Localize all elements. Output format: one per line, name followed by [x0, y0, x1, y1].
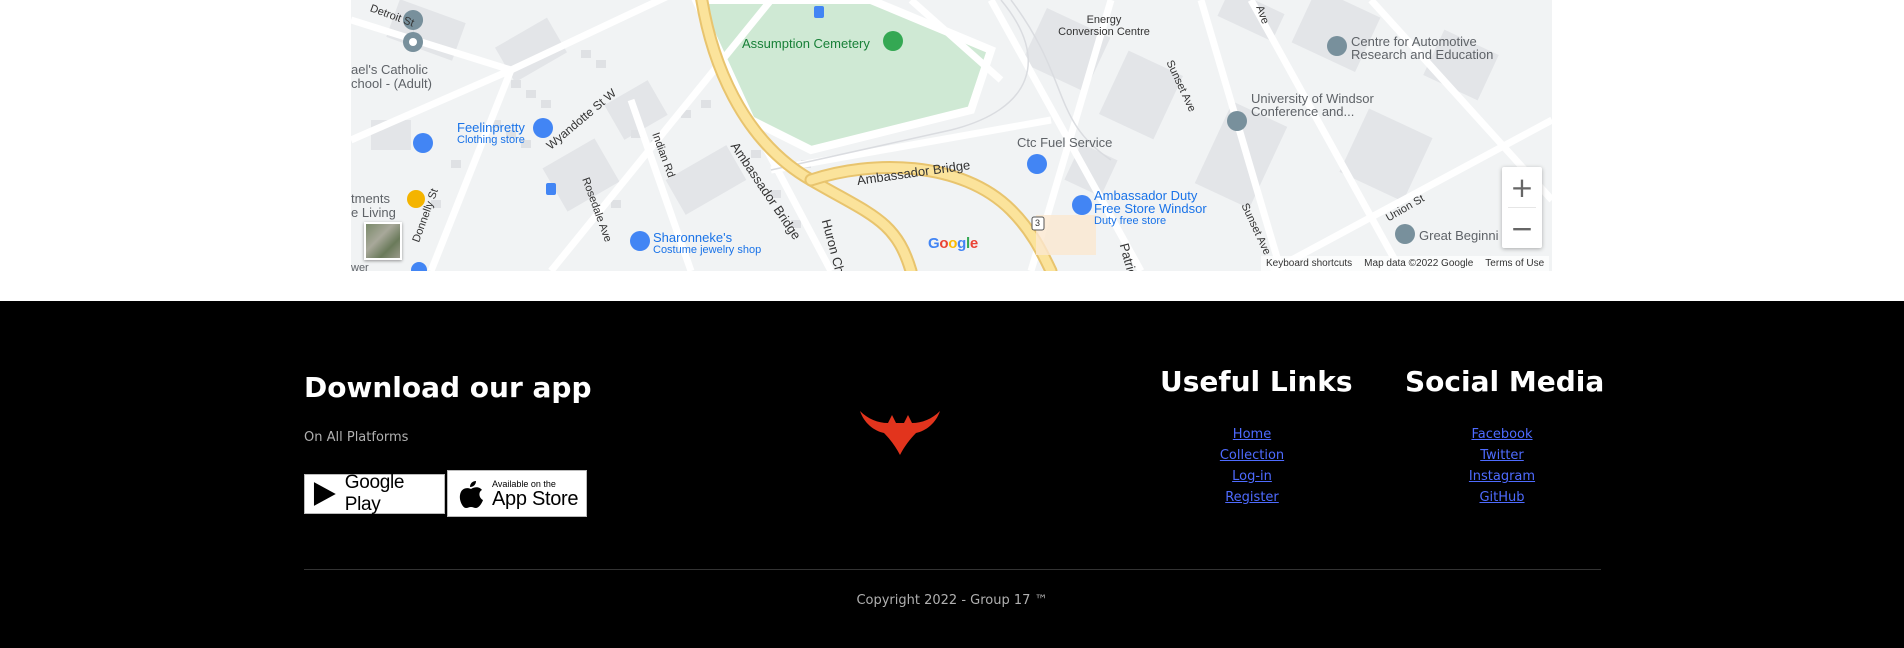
map-poi-feelinpretty[interactable]: Feelinpretty Clothing store: [457, 121, 525, 147]
footer-link-github[interactable]: GitHub: [1427, 487, 1577, 508]
map-poi-tments-line2: e Living: [351, 205, 396, 220]
map-poi-assumption-cemetery[interactable]: Assumption Cemetery: [742, 36, 870, 51]
map-poi-uwindsor[interactable]: University of Windsor Conference and...: [1251, 92, 1374, 118]
app-store-big-label: App Store: [492, 487, 579, 510]
google-logo: Google: [928, 235, 978, 252]
google-play-label: Google Play: [344, 472, 405, 515]
download-app-subtitle: On All Platforms: [304, 430, 409, 445]
map-poi-tments-line1: tments: [351, 191, 391, 206]
zoom-control: + −: [1502, 167, 1542, 248]
map-poi-energy-centre[interactable]: Energy Conversion Centre: [1049, 14, 1159, 38]
footer-link-register[interactable]: Register: [1177, 487, 1327, 508]
map-poi-catholic-line1: ael's Catholic: [351, 62, 428, 77]
map-poi-duty-free[interactable]: Ambassador Duty Free Store Windsor Duty …: [1094, 189, 1207, 228]
map-poi-duty-free-line2: Free Store Windsor: [1094, 201, 1207, 216]
map-poi-ctc-fuel[interactable]: Ctc Fuel Service: [1017, 135, 1112, 150]
app-store-badge[interactable]: Available on the App Store: [447, 470, 587, 517]
zoom-out-button[interactable]: −: [1502, 208, 1542, 248]
footer-link-facebook[interactable]: Facebook: [1427, 424, 1577, 445]
useful-links-title: Useful Links: [1160, 365, 1353, 398]
google-map[interactable]: Assumption Cemetery Energy Conversion Ce…: [351, 0, 1552, 271]
map-poi-duty-free-sub: Duty free store: [1094, 215, 1167, 227]
map-section: Assumption Cemetery Energy Conversion Ce…: [0, 0, 1904, 301]
copyright-text: Copyright 2022 - Group 17 ™: [856, 593, 1048, 608]
map-poi-sharonneke-name: Sharonneke's: [653, 230, 733, 245]
useful-links-list: Home Collection Log-in Register: [1177, 424, 1327, 508]
apple-icon: [459, 480, 483, 508]
footer-link-collection[interactable]: Collection: [1177, 445, 1327, 466]
google-play-badge[interactable]: Google Play: [304, 472, 445, 515]
bat-logo-icon: [860, 411, 940, 455]
app-store-small-label: Available on the: [492, 478, 556, 489]
footer-link-login[interactable]: Log-in: [1177, 466, 1327, 487]
map-poi-energy-centre-line1: Energy: [1086, 14, 1122, 26]
map-poi-automotive-line2: Research and Education: [1351, 47, 1494, 62]
map-attribution: Keyboard shortcuts Map data ©2022 Google…: [1261, 256, 1550, 271]
map-poi-sharonneke-sub: Costume jewelry shop: [653, 244, 762, 256]
app-store-text: Available on the App Store: [492, 478, 579, 510]
map-poi-wer: wer: [351, 262, 369, 271]
map-poi-feelinpretty-sub: Clothing store: [457, 134, 525, 146]
map-poi-great-beginning[interactable]: Great Beginni: [1419, 228, 1499, 243]
site-footer: Download our app On All Platforms Google…: [0, 301, 1904, 648]
google-play-icon: [313, 482, 336, 506]
map-route-3-shield: 3: [1035, 218, 1041, 228]
map-poi-sharonneke[interactable]: Sharonneke's Costume jewelry shop: [653, 231, 761, 257]
map-poi-automotive-centre[interactable]: Centre for Automotive Research and Educa…: [1351, 35, 1493, 61]
social-media-title: Social Media: [1405, 365, 1605, 398]
footer-divider: [304, 569, 1601, 570]
footer-link-home[interactable]: Home: [1177, 424, 1327, 445]
keyboard-shortcuts-link[interactable]: Keyboard shortcuts: [1266, 258, 1352, 269]
map-poi-uwindsor-line2: Conference and...: [1251, 104, 1355, 119]
footer-link-twitter[interactable]: Twitter: [1427, 445, 1577, 466]
terms-of-use-link[interactable]: Terms of Use: [1485, 258, 1544, 269]
download-app-title: Download our app: [304, 371, 592, 404]
map-poi-energy-centre-line2: Conversion Centre: [1058, 26, 1150, 38]
map-data-text: Map data ©2022 Google: [1364, 258, 1474, 269]
map-poi-catholic-line2: chool - (Adult): [351, 76, 432, 91]
map-poi-tments-living[interactable]: tments e Living: [351, 192, 396, 220]
zoom-in-button[interactable]: +: [1502, 167, 1542, 207]
social-media-list: Facebook Twitter Instagram GitHub: [1427, 424, 1577, 508]
map-poi-feelinpretty-name: Feelinpretty: [457, 120, 525, 135]
satellite-view-toggle[interactable]: [364, 222, 402, 260]
footer-link-instagram[interactable]: Instagram: [1427, 466, 1577, 487]
map-poi-catholic-school[interactable]: ael's Catholic chool - (Adult): [351, 63, 432, 91]
